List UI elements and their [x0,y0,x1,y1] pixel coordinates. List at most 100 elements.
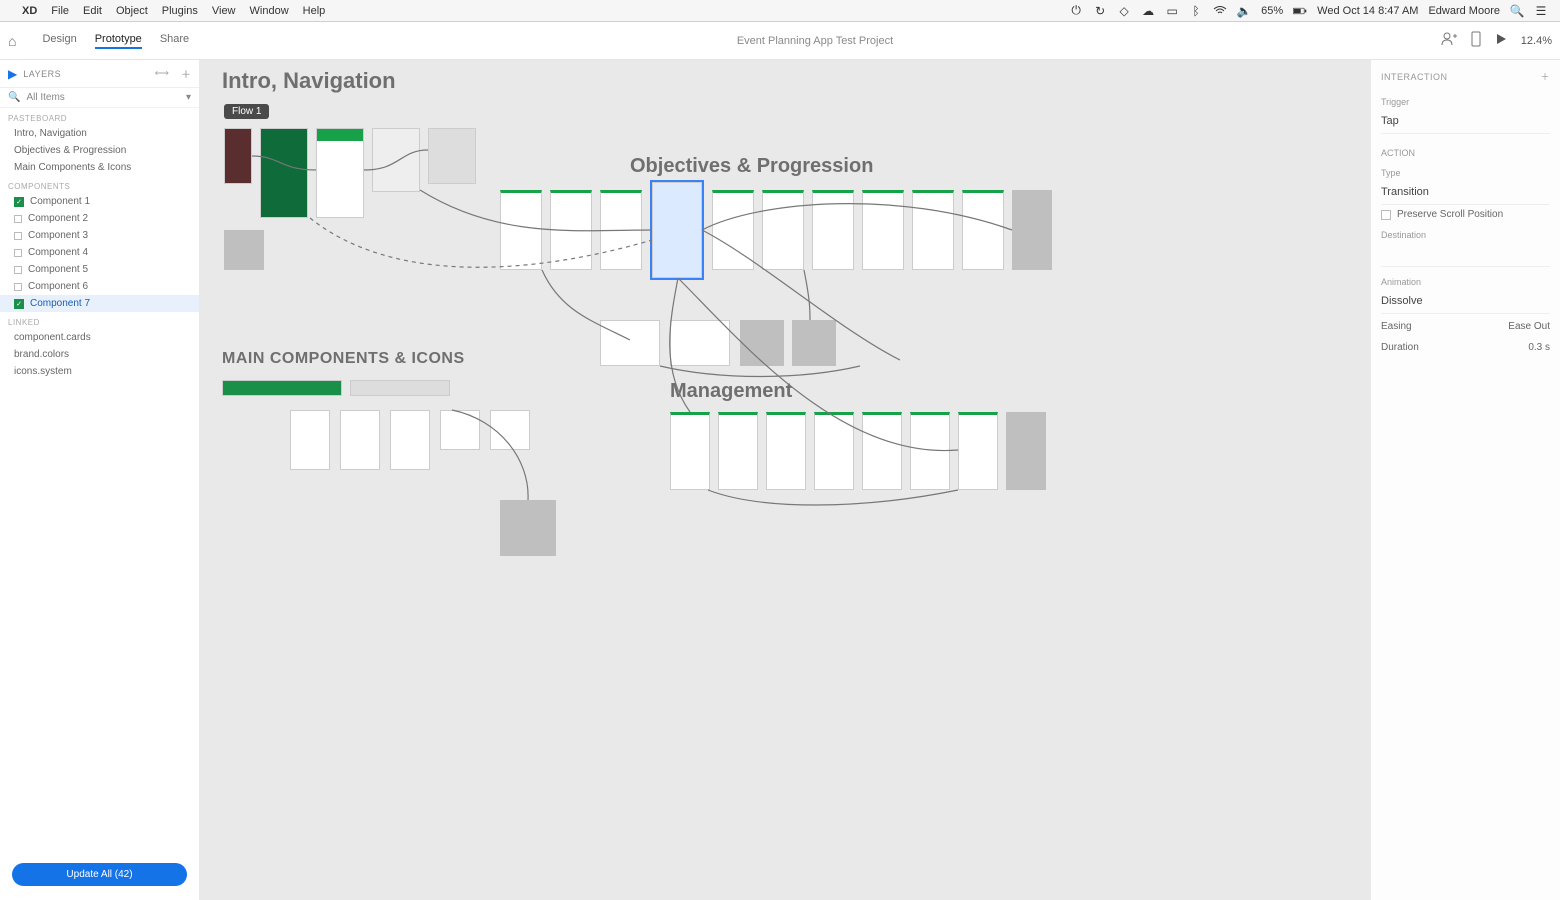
artboard[interactable] [500,500,556,556]
component-card[interactable] [390,410,430,470]
menu-app-name[interactable]: XD [22,5,37,17]
tab-share[interactable]: Share [160,33,189,49]
menu-list-icon[interactable]: ☰ [1534,4,1548,18]
dropbox-icon[interactable]: ◇ [1117,4,1131,18]
menu-file[interactable]: File [51,5,69,17]
menu-plugins[interactable]: Plugins [162,5,198,17]
artboard[interactable] [958,412,998,490]
pasteboard-item[interactable]: Intro, Navigation [0,125,199,142]
artboard[interactable] [1012,190,1052,270]
component-item[interactable]: Component 3 [0,227,199,244]
sync-icon[interactable]: ↻ [1093,4,1107,18]
artboard[interactable] [718,412,758,490]
easing-select[interactable]: Ease Out [1508,321,1550,332]
component-item[interactable]: ✓Component 1 [0,193,199,210]
checkbox-icon [14,215,22,223]
artboard[interactable] [740,320,784,366]
artboard[interactable] [766,412,806,490]
artboard[interactable] [428,128,476,184]
tab-prototype[interactable]: Prototype [95,33,142,49]
linked-item[interactable]: icons.system [0,363,199,380]
component-item[interactable]: ✓Component 7 [0,295,199,312]
component-card[interactable] [340,410,380,470]
pasteboard-item[interactable]: Objectives & Progression [0,142,199,159]
artboard[interactable] [1006,412,1046,490]
menu-help[interactable]: Help [303,5,326,17]
action-label: ACTION [1381,148,1550,158]
update-all-button[interactable]: Update All (42) [12,863,187,886]
flow-badge[interactable]: Flow 1 [224,104,269,119]
tab-design[interactable]: Design [42,33,76,49]
component-bar[interactable] [222,380,342,396]
artboard[interactable] [600,190,642,270]
component-card[interactable] [440,410,480,450]
artboard[interactable] [812,190,854,270]
menu-edit[interactable]: Edit [83,5,102,17]
linked-item[interactable]: brand.colors [0,346,199,363]
menu-object[interactable]: Object [116,5,148,17]
desktop-preview-play-icon[interactable] [1495,33,1507,48]
animation-select[interactable]: Dissolve [1381,291,1550,314]
battery-icon[interactable] [1293,4,1307,18]
display-icon[interactable]: ▭ [1165,4,1179,18]
cloud-icon[interactable]: ☁ [1141,4,1155,18]
layers-search[interactable]: 🔍 All Items ▾ [0,88,199,108]
add-layer-icon[interactable]: ＋ [181,66,191,81]
checkbox-icon [14,232,22,240]
duration-field[interactable]: 0.3 s [1528,342,1550,353]
artboard[interactable] [550,190,592,270]
artboard[interactable] [600,320,660,366]
component-item[interactable]: Component 2 [0,210,199,227]
artboard[interactable] [500,190,542,270]
section-title-management: Management [670,380,792,403]
menu-view[interactable]: View [212,5,236,17]
pasteboard-item[interactable]: Main Components & Icons [0,159,199,176]
type-select[interactable]: Transition [1381,182,1550,205]
bluetooth-icon[interactable]: ᛒ [1189,4,1203,18]
wifi-icon[interactable] [1213,4,1227,18]
preserve-scroll-checkbox[interactable]: Preserve Scroll Position [1381,209,1550,220]
toggle-icon[interactable]: ⏻ [1069,4,1083,18]
artboard[interactable] [260,128,308,218]
artboard[interactable] [372,128,420,192]
artboard[interactable] [962,190,1004,270]
artboard[interactable] [792,320,836,366]
zoom-level[interactable]: 12.4% [1521,35,1552,47]
volume-icon[interactable]: 🔈 [1237,4,1251,18]
artboard[interactable] [670,412,710,490]
trigger-select[interactable]: Tap [1381,111,1550,134]
component-card[interactable] [490,410,530,450]
artboard[interactable] [670,320,730,366]
add-interaction-icon[interactable]: ＋ [1540,70,1550,83]
trigger-label: Trigger [1381,97,1550,107]
artboard[interactable] [862,190,904,270]
animation-label: Animation [1381,277,1550,287]
component-item[interactable]: Component 6 [0,278,199,295]
artboard[interactable] [712,190,754,270]
linked-item[interactable]: component.cards [0,329,199,346]
component-item[interactable]: Component 4 [0,244,199,261]
artboard[interactable] [316,128,364,218]
user-name[interactable]: Edward Moore [1428,5,1500,17]
artboard[interactable] [910,412,950,490]
artboard[interactable] [862,412,902,490]
clock[interactable]: Wed Oct 14 8:47 AM [1317,5,1418,17]
panel-collapse-icon[interactable]: ⟷ [155,68,169,79]
artboard[interactable] [224,230,264,270]
home-icon[interactable]: ⌂ [8,33,16,49]
component-bar[interactable] [350,380,450,396]
prototype-canvas[interactable]: Intro, Navigation Objectives & Progressi… [200,60,1370,900]
mobile-preview-icon[interactable] [1471,31,1481,50]
artboard[interactable] [762,190,804,270]
destination-select[interactable] [1381,244,1550,267]
artboard[interactable] [814,412,854,490]
menu-window[interactable]: Window [250,5,289,17]
component-card[interactable] [290,410,330,470]
spotlight-icon[interactable]: 🔍 [1510,4,1524,18]
artboard[interactable] [912,190,954,270]
flow-start-icon[interactable]: ▶ [8,67,17,81]
artboard[interactable] [224,128,252,184]
component-item[interactable]: Component 5 [0,261,199,278]
invite-icon[interactable] [1441,32,1457,49]
artboard-selected[interactable] [652,182,702,278]
